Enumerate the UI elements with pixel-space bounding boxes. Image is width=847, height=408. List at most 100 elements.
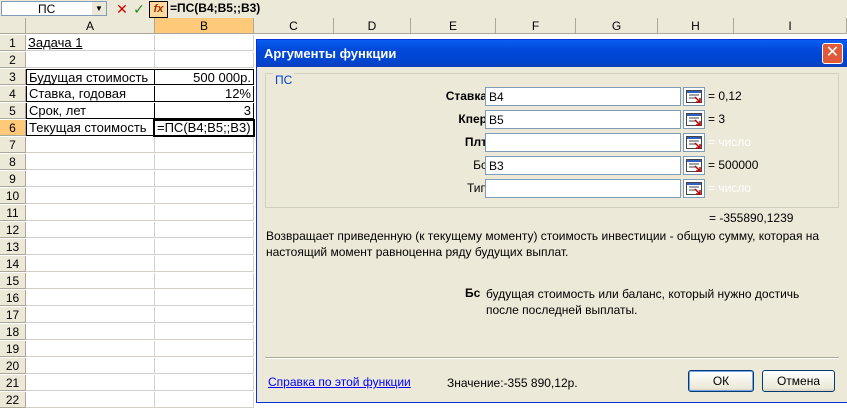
rate-input[interactable] — [485, 87, 681, 106]
cell[interactable] — [155, 205, 254, 221]
cell-a6[interactable]: Текущая стоимость — [26, 120, 155, 136]
cell[interactable] — [26, 137, 155, 153]
row-header[interactable]: 12 — [0, 222, 26, 238]
cell[interactable] — [26, 222, 155, 238]
cell[interactable] — [26, 256, 155, 272]
cell[interactable] — [155, 239, 254, 255]
row-header[interactable]: 3 — [0, 69, 26, 85]
row-header[interactable]: 7 — [0, 137, 26, 153]
row-header[interactable]: 6 — [0, 120, 26, 136]
cell[interactable] — [26, 188, 155, 204]
cell[interactable] — [155, 324, 254, 340]
cell[interactable] — [26, 341, 155, 357]
cell-a4[interactable]: Ставка, годовая — [26, 86, 155, 102]
cell-b5[interactable]: 3 — [154, 103, 254, 119]
cell[interactable] — [26, 290, 155, 306]
fv-input[interactable] — [485, 156, 681, 175]
cell-b1[interactable] — [155, 35, 254, 51]
cancel-button[interactable]: Отмена — [762, 370, 835, 392]
cell[interactable] — [155, 358, 254, 374]
row-header[interactable]: 11 — [0, 205, 26, 221]
cell[interactable] — [26, 358, 155, 374]
row-header[interactable]: 5 — [0, 103, 26, 119]
column-header-a[interactable]: A — [26, 18, 155, 34]
name-box[interactable]: ПС ▼ — [1, 1, 107, 16]
cell[interactable] — [155, 307, 254, 323]
cell[interactable] — [26, 239, 155, 255]
cell-a3[interactable]: Будущая стоимость — [26, 69, 155, 85]
row-header[interactable]: 17 — [0, 307, 26, 323]
cell[interactable] — [26, 154, 155, 170]
row-header[interactable]: 21 — [0, 375, 26, 391]
row-header[interactable]: 1 — [0, 35, 26, 51]
column-header-e[interactable]: E — [411, 18, 496, 34]
close-icon[interactable]: ✕ — [822, 43, 843, 64]
cell-a5[interactable]: Срок, лет — [26, 103, 155, 119]
row-header[interactable]: 14 — [0, 256, 26, 272]
cell[interactable] — [155, 273, 254, 289]
cell-a2[interactable] — [26, 52, 155, 68]
cell[interactable] — [26, 205, 155, 221]
column-header-g[interactable]: G — [576, 18, 658, 34]
column-header-i[interactable]: I — [734, 18, 847, 34]
formula-result: = -355890,1239 — [709, 211, 794, 225]
cell[interactable] — [155, 375, 254, 391]
row-header[interactable]: 13 — [0, 239, 26, 255]
row-header[interactable]: 8 — [0, 154, 26, 170]
argument-row-nper: Кпер = 3 — [266, 110, 840, 130]
cell[interactable] — [155, 171, 254, 187]
nper-input[interactable] — [485, 110, 681, 129]
dialog-titlebar[interactable]: Аргументы функции ✕ — [257, 40, 847, 67]
pmt-input[interactable] — [485, 133, 681, 152]
cell-b4[interactable]: 12% — [154, 86, 254, 102]
row-header[interactable]: 19 — [0, 341, 26, 357]
column-header-c[interactable]: C — [254, 18, 334, 34]
cell[interactable] — [155, 154, 254, 170]
cell[interactable] — [26, 392, 155, 408]
row-header[interactable]: 20 — [0, 358, 26, 374]
cell[interactable] — [26, 324, 155, 340]
cell[interactable] — [26, 375, 155, 391]
cell[interactable] — [26, 307, 155, 323]
row-header[interactable]: 10 — [0, 188, 26, 204]
row-header[interactable]: 16 — [0, 290, 26, 306]
cell[interactable] — [155, 188, 254, 204]
row-header[interactable]: 9 — [0, 171, 26, 187]
insert-function-icon[interactable]: fx — [149, 1, 168, 18]
cell[interactable] — [155, 341, 254, 357]
cell[interactable] — [155, 137, 254, 153]
collapse-dialog-icon[interactable] — [683, 156, 705, 175]
select-all-corner[interactable] — [0, 18, 26, 34]
row-header[interactable]: 4 — [0, 86, 26, 102]
collapse-dialog-icon[interactable] — [683, 87, 705, 106]
argument-result: = 0,12 — [708, 89, 742, 103]
enter-icon[interactable]: ✓ — [131, 1, 147, 17]
collapse-dialog-icon[interactable] — [683, 110, 705, 129]
help-link[interactable]: Справка по этой функции — [268, 375, 411, 389]
column-header-b[interactable]: B — [155, 18, 254, 34]
row-header[interactable]: 18 — [0, 324, 26, 340]
cell[interactable] — [26, 273, 155, 289]
cell-b2[interactable] — [155, 52, 254, 68]
cell-b3[interactable]: 500 000р. — [154, 69, 254, 85]
cancel-entry-icon[interactable]: ✕ — [114, 1, 130, 17]
cell[interactable] — [155, 290, 254, 306]
cell-b6-editing[interactable]: =ПС(B4;B5;;B3) — [153, 119, 255, 137]
row-header[interactable]: 15 — [0, 273, 26, 289]
column-header-h[interactable]: H — [658, 18, 734, 34]
collapse-dialog-icon[interactable] — [683, 133, 705, 152]
column-header-d[interactable]: D — [334, 18, 411, 34]
cell[interactable] — [26, 171, 155, 187]
ok-button[interactable]: ОК — [688, 370, 754, 392]
row-header[interactable]: 2 — [0, 52, 26, 68]
row-header[interactable]: 22 — [0, 392, 26, 408]
collapse-dialog-icon[interactable] — [683, 179, 705, 198]
column-header-f[interactable]: F — [496, 18, 576, 34]
formula-input[interactable]: =ПС(B4;B5;;B3) — [170, 1, 260, 15]
chevron-down-icon[interactable]: ▼ — [92, 2, 106, 15]
cell[interactable] — [155, 256, 254, 272]
cell-a1[interactable]: Задача 1 — [26, 35, 155, 51]
cell[interactable] — [155, 392, 254, 408]
type-input[interactable] — [485, 179, 681, 198]
cell[interactable] — [155, 222, 254, 238]
